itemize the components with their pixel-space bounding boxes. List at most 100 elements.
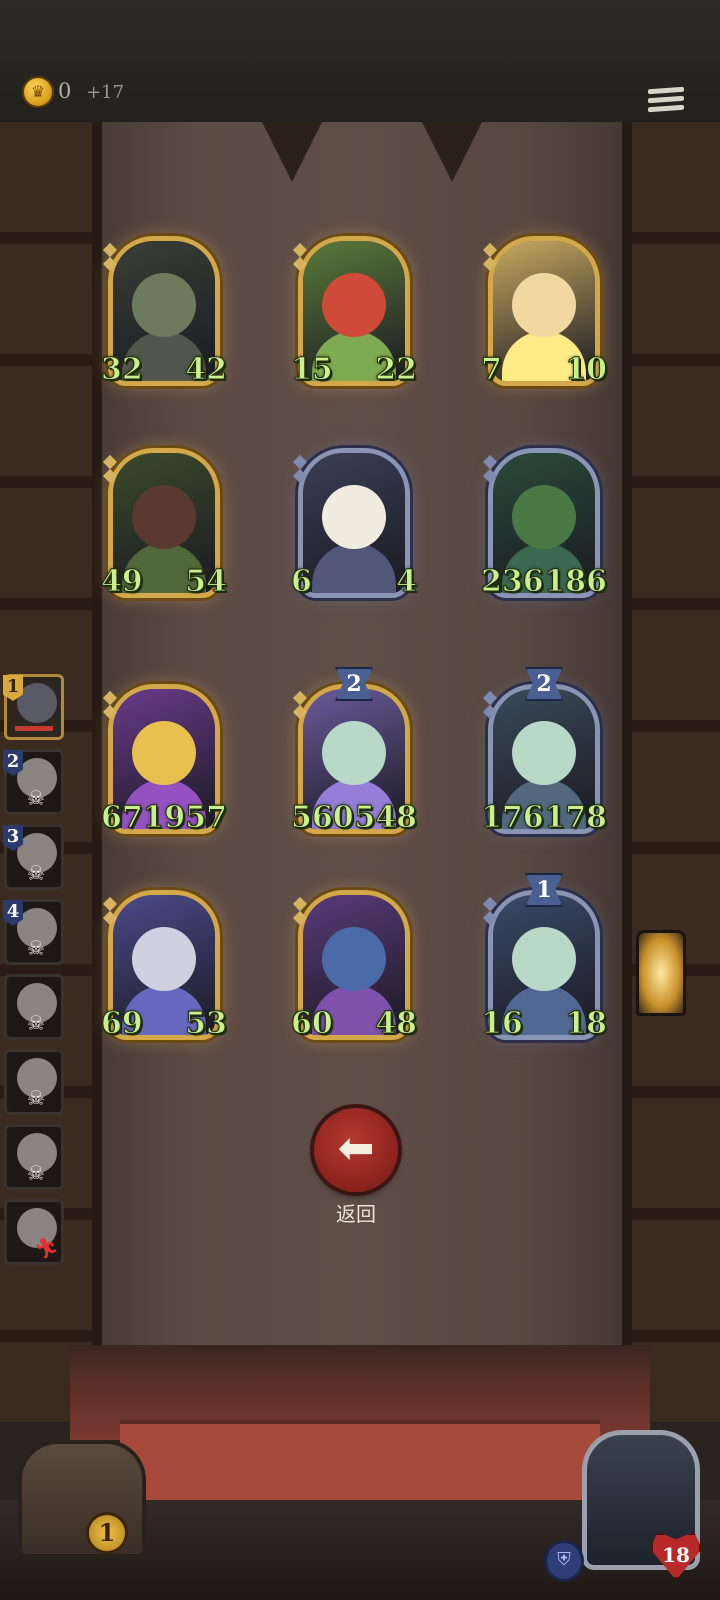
opponent-avatar (17, 683, 57, 723)
skull-icon: ☠ (27, 1161, 45, 1185)
minion-card[interactable]: 32 42 (101, 236, 227, 388)
arrow-left-icon: ⬅ (337, 1123, 375, 1174)
menu-line (648, 95, 684, 104)
card-attack: 176 (481, 800, 545, 836)
gold-counter: 0 +17 (58, 79, 124, 103)
card-attack: 671 (101, 800, 165, 836)
card-rank-pips (482, 689, 499, 721)
roster-slot[interactable]: 🏃︎ (4, 1199, 64, 1265)
card-tier-badge: 2 (335, 667, 373, 701)
roster-slot[interactable]: 4 ☠ (3, 899, 64, 965)
menu-line (648, 86, 684, 95)
card-attack: 16 (481, 1006, 524, 1042)
card-figure-head (322, 485, 386, 550)
minion-card[interactable]: 7 10 (481, 236, 607, 388)
opponent-roster: 1 2 ☠ 3 ☠ 4 ☠ ☠ ☠ ☠ 🏃︎ (0, 674, 68, 1274)
card-figure-head (512, 927, 576, 992)
card-rank-pips (102, 689, 119, 721)
roster-slot[interactable]: 3 ☠ (3, 824, 64, 890)
card-health: 178 (544, 800, 608, 836)
skull-icon: ☠ (27, 1086, 45, 1110)
card-rank-pips (482, 241, 499, 273)
card-rank-pips (292, 453, 309, 485)
skull-icon: ☠ (27, 861, 45, 885)
card-figure-head (512, 721, 576, 786)
card-figure-head (132, 273, 196, 338)
skull-icon: ☠ (27, 786, 45, 810)
card-figure-head (322, 721, 386, 786)
minion-card[interactable]: 2 560 548 (291, 667, 417, 836)
card-attack: 6 (291, 564, 313, 600)
roster-slot[interactable]: 2 ☠ (3, 749, 64, 815)
card-rank-pips (482, 895, 499, 927)
back-label: 返回 (336, 1202, 376, 1226)
card-rank-pips (102, 453, 119, 485)
card-health: 48 (375, 1006, 418, 1042)
card-art (303, 453, 405, 593)
opponent-health-bar (15, 726, 53, 731)
minion-card[interactable]: 15 22 (291, 236, 417, 388)
treasure-chest-icon[interactable] (18, 1440, 146, 1558)
back-button[interactable]: ⬅ (314, 1108, 398, 1192)
skull-icon: ☠ (27, 936, 45, 960)
card-figure-body (312, 543, 396, 593)
card-health: 18 (565, 1006, 608, 1042)
minion-card[interactable]: 60 48 (291, 890, 417, 1042)
minion-card[interactable]: 236 186 (481, 448, 607, 600)
card-figure-head (322, 927, 386, 992)
card-attack: 60 (291, 1006, 334, 1042)
card-tier-badge: 1 (525, 873, 563, 907)
card-health: 548 (354, 800, 418, 836)
card-rank-pips (292, 895, 309, 927)
board-arch (422, 122, 482, 182)
card-attack: 560 (291, 800, 355, 836)
card-health: 53 (185, 1006, 228, 1042)
card-attack: 15 (291, 352, 334, 388)
lantern-decoration (636, 930, 686, 1016)
card-health: 4 (396, 564, 418, 600)
card-attack: 49 (101, 564, 144, 600)
minion-card[interactable]: 69 53 (101, 890, 227, 1042)
card-figure-head (132, 485, 196, 550)
minion-card[interactable]: 1 16 18 (481, 873, 607, 1042)
card-figure-head (132, 927, 196, 992)
minion-card[interactable]: 671 957 (101, 684, 227, 836)
gold-coin-icon: ♛ (24, 78, 52, 106)
card-rank-pips (482, 453, 499, 485)
roster-slot[interactable]: 1 (3, 674, 64, 740)
menu-button[interactable] (648, 84, 684, 116)
card-tier-badge: 2 (525, 667, 563, 701)
minion-card[interactable]: 64 (291, 448, 417, 600)
card-health: 957 (164, 800, 228, 836)
roster-slot[interactable]: ☠ (4, 974, 64, 1040)
card-figure-head (512, 273, 576, 338)
running-man-icon: 🏃︎ (33, 1236, 59, 1260)
gold-income: +17 (86, 82, 125, 103)
card-rank-pips (102, 241, 119, 273)
shield-icon: ⛨ (544, 1540, 584, 1582)
skull-icon: ☠ (27, 1011, 45, 1035)
minion-card[interactable]: 49 54 (101, 448, 227, 600)
gold-amount: 0 (58, 79, 72, 103)
card-health: 42 (185, 352, 228, 388)
card-health: 10 (565, 352, 608, 388)
card-rank-pips (102, 895, 119, 927)
card-health: 186 (544, 564, 608, 600)
minion-card[interactable]: 2 176 178 (481, 667, 607, 836)
card-rank-pips (292, 241, 309, 273)
card-figure-head (512, 485, 576, 550)
card-figure-head (322, 273, 386, 338)
card-attack: 32 (101, 352, 144, 388)
roster-slot[interactable]: ☠ (4, 1124, 64, 1190)
card-health: 22 (375, 352, 418, 388)
board-arch (262, 122, 322, 182)
card-health: 54 (185, 564, 228, 600)
card-attack: 236 (481, 564, 545, 600)
top-bar: ♛ 0 +17 (0, 0, 720, 125)
roster-slot[interactable]: ☠ (4, 1049, 64, 1115)
card-figure-head (132, 721, 196, 786)
card-attack: 7 (481, 352, 503, 388)
chest-count: 1 (86, 1512, 128, 1554)
menu-line (648, 104, 684, 113)
bookshelf-right (632, 122, 720, 1422)
